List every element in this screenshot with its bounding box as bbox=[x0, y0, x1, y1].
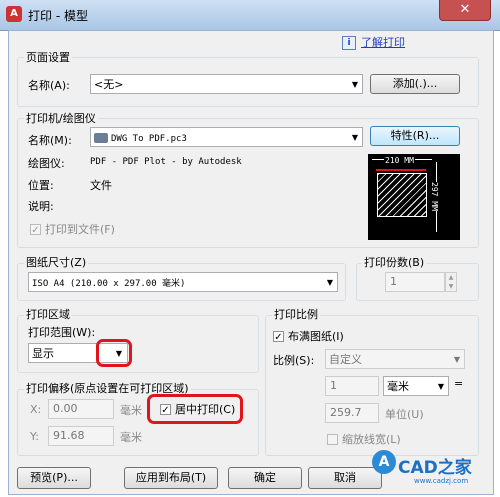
printer-name-label: 名称(M): bbox=[28, 134, 72, 147]
watermark-url: www.cadzj.com bbox=[414, 477, 469, 485]
watermark-text: CAD之家 bbox=[398, 458, 472, 478]
properties-button[interactable]: 特性(R)... bbox=[370, 126, 460, 146]
page-setup-name-value: <无> bbox=[94, 78, 124, 91]
scale-value: 自定义 bbox=[329, 353, 362, 366]
equals-sign: = bbox=[454, 377, 464, 390]
height-dimension: 297 MM bbox=[430, 182, 439, 211]
chevron-down-icon: ▼ bbox=[453, 355, 460, 364]
cancel-button[interactable]: 取消 bbox=[308, 467, 382, 489]
plotter-value: PDF - PDF Plot - by Autodesk bbox=[90, 157, 242, 167]
apply-to-layout-button[interactable]: 应用到布局(T) bbox=[124, 467, 218, 489]
copies-input[interactable]: 1 bbox=[385, 272, 445, 292]
paper-size-select[interactable]: ISO A4 (210.00 x 297.00 毫米) ▼ bbox=[28, 272, 338, 292]
scale-value1-input[interactable]: 1 bbox=[325, 376, 379, 396]
print-to-file-label: 打印到文件(F) bbox=[45, 223, 115, 236]
fit-to-paper-checkbox[interactable]: ✓ bbox=[273, 331, 284, 343]
unit-label: 单位(U) bbox=[385, 408, 424, 421]
learn-print-link[interactable]: 了解打印 bbox=[361, 34, 405, 50]
x-offset-label: X: bbox=[30, 403, 42, 416]
paper-size-value: ISO A4 (210.00 x 297.00 毫米) bbox=[32, 279, 186, 289]
cad-logo-icon: A bbox=[372, 450, 396, 474]
plotter-label: 绘图仪: bbox=[28, 157, 65, 170]
page-setup-title: 页面设置 bbox=[24, 49, 72, 65]
app-icon: A bbox=[6, 6, 22, 22]
scale-lineweights-checkbox[interactable] bbox=[327, 434, 338, 445]
info-icon: i bbox=[342, 36, 356, 50]
y-offset-label: Y: bbox=[30, 430, 39, 443]
chevron-down-icon: ▼ bbox=[351, 80, 358, 89]
y-offset-input[interactable]: 91.68 bbox=[48, 426, 114, 446]
chevron-down-icon: ▼ bbox=[326, 278, 333, 287]
scale-label: 比例(S): bbox=[273, 354, 315, 367]
plotter-icon bbox=[94, 133, 108, 143]
paper-preview: 210 MM 297 MM bbox=[368, 154, 460, 240]
printable-area bbox=[377, 173, 427, 217]
copies-spinner[interactable]: ▲ ▼ bbox=[445, 272, 457, 292]
chevron-down-icon: ▼ bbox=[437, 382, 444, 391]
y-offset-unit: 毫米 bbox=[120, 431, 142, 444]
scale-unit-value: 毫米 bbox=[387, 380, 409, 393]
center-plot-highlight bbox=[147, 394, 243, 424]
chevron-down-icon: ▼ bbox=[351, 133, 358, 142]
plot-area-title: 打印区域 bbox=[24, 306, 72, 322]
range-dropdown-highlight bbox=[96, 339, 132, 367]
fit-to-paper-label: 布满图纸(I) bbox=[288, 330, 344, 343]
print-to-file-checkbox[interactable]: ✓ bbox=[30, 224, 41, 236]
scale-select[interactable]: 自定义 ▼ bbox=[325, 349, 465, 369]
page-setup-name-select[interactable]: <无> ▼ bbox=[90, 74, 363, 94]
location-value: 文件 bbox=[90, 179, 112, 192]
paper-size-title: 图纸尺寸(Z) bbox=[24, 254, 89, 270]
close-button[interactable]: ✕ bbox=[439, 0, 491, 21]
location-label: 位置: bbox=[28, 179, 54, 192]
copies-title: 打印份数(B) bbox=[362, 254, 427, 270]
plot-scale-title: 打印比例 bbox=[272, 306, 320, 322]
scale-unit-select[interactable]: 毫米 ▼ bbox=[383, 376, 449, 396]
printer-name-select[interactable]: DWG To PDF.pc3 ▼ bbox=[90, 127, 363, 147]
window-title: 打印 - 模型 bbox=[28, 9, 88, 23]
printer-name-value: DWG To PDF.pc3 bbox=[111, 134, 187, 144]
preview-button[interactable]: 预览(P)... bbox=[17, 467, 91, 489]
title-bar: A 打印 - 模型 ✕ bbox=[0, 0, 500, 31]
plot-range-label: 打印范围(W): bbox=[28, 326, 96, 339]
ok-button[interactable]: 确定 bbox=[228, 467, 302, 489]
plot-range-value: 显示 bbox=[32, 347, 54, 360]
x-offset-unit: 毫米 bbox=[120, 404, 142, 417]
add-button[interactable]: 添加(.)... bbox=[370, 74, 460, 94]
x-offset-input[interactable]: 0.00 bbox=[48, 399, 114, 419]
scale-value2-input[interactable]: 259.7 bbox=[325, 403, 379, 423]
printer-group-title: 打印机/绘图仪 bbox=[24, 110, 98, 126]
description-label: 说明: bbox=[28, 200, 54, 213]
scale-lineweights-label: 缩放线宽(L) bbox=[342, 433, 401, 446]
paper-edge-highlight bbox=[376, 169, 426, 171]
page-setup-name-label: 名称(A): bbox=[28, 79, 70, 92]
width-dimension: 210 MM bbox=[384, 156, 415, 165]
